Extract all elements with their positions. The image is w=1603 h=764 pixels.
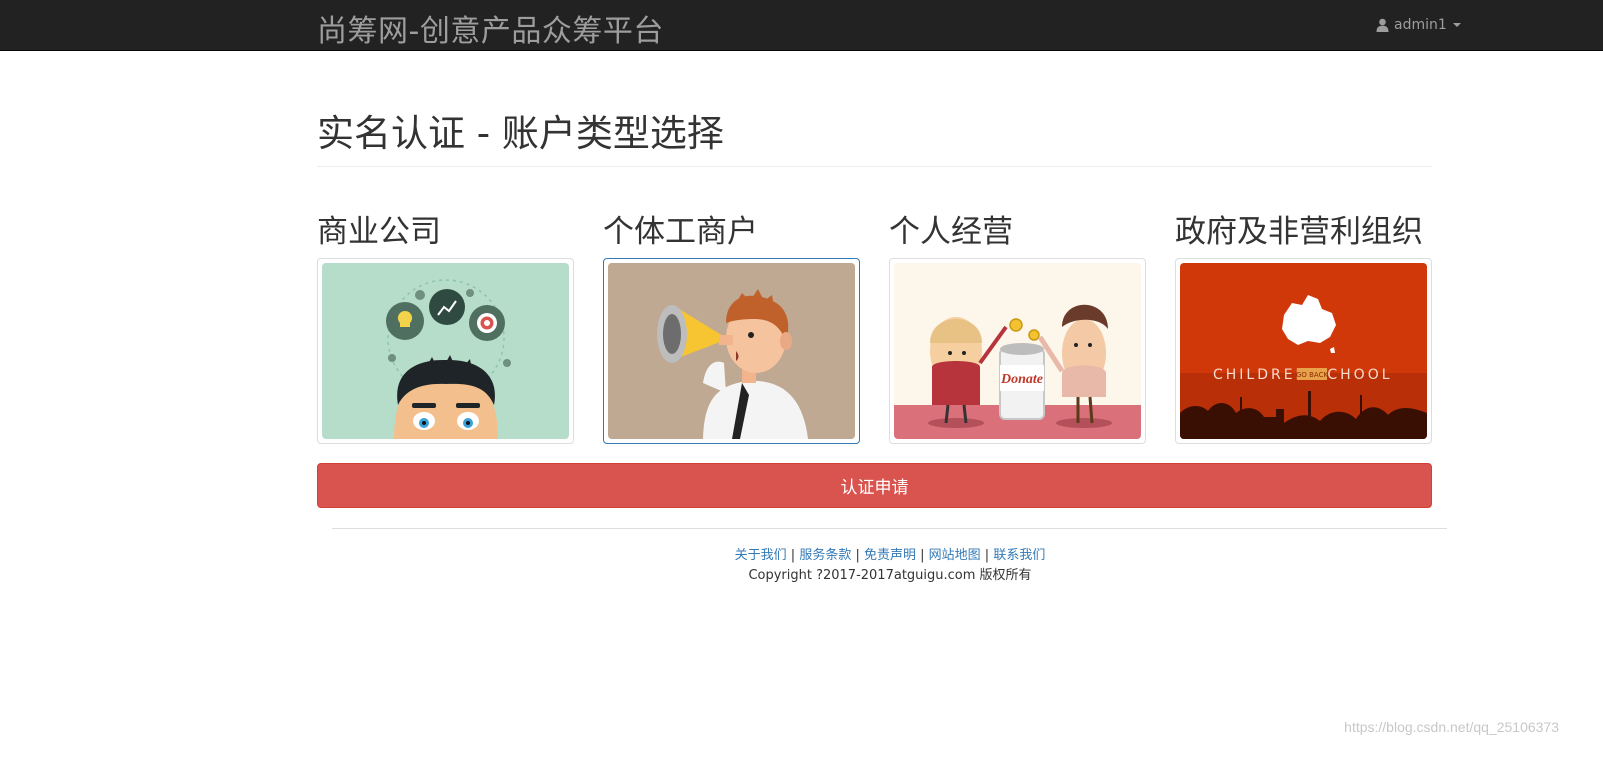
account-type-thumbnail[interactable]: CHILDREN SCHOOL GO BACK	[1175, 258, 1432, 444]
account-type-thumbnail[interactable]: Donate	[889, 258, 1146, 444]
account-type-label: 个体工商户	[603, 214, 758, 250]
footer-link-contact[interactable]: 联系我们	[993, 548, 1045, 563]
account-type-label: 政府及非营利组织	[1175, 214, 1423, 250]
footer-link-about[interactable]: 关于我们	[735, 548, 787, 563]
megaphone-man-illustration	[608, 263, 855, 439]
footer-link-terms[interactable]: 服务条款	[799, 548, 851, 563]
account-type-government-nonprofit: 政府及非营利组织 CHILDREN SCHOOL GO BACK	[1175, 210, 1432, 444]
top-navbar: 尚筹网-创意产品众筹平台 admin1	[0, 0, 1603, 51]
footer-link-sitemap[interactable]: 网站地图	[929, 548, 981, 563]
account-type-business: 商业公司	[317, 210, 574, 444]
donate-can-illustration: Donate	[894, 263, 1141, 439]
page-title: 实名认证 - 账户类型选择	[317, 112, 724, 155]
footer-links: 关于我们 | 服务条款 | 免责声明 | 网站地图 | 联系我们	[734, 548, 1046, 563]
go-back-tag: GO BACK	[1296, 371, 1329, 379]
user-icon	[1376, 18, 1389, 32]
user-dropdown[interactable]: admin1	[1376, 17, 1461, 33]
chevron-down-icon	[1452, 23, 1461, 27]
account-type-personal: 个人经营 Donate	[889, 210, 1146, 444]
account-type-thumbnail[interactable]	[603, 258, 860, 444]
title-divider	[317, 166, 1432, 167]
footer-divider	[332, 528, 1447, 529]
account-type-individual-business: 个体工商户	[603, 210, 860, 444]
account-type-label: 商业公司	[317, 214, 441, 250]
site-brand[interactable]: 尚筹网-创意产品众筹平台	[317, 6, 664, 50]
business-thinking-illustration	[322, 263, 569, 439]
apply-verification-button[interactable]: 认证申请	[317, 463, 1432, 508]
donate-label: Donate	[1000, 372, 1043, 387]
account-type-thumbnail[interactable]	[317, 258, 574, 444]
user-name: admin1	[1394, 17, 1447, 33]
children-text: CHILDREN	[1213, 367, 1309, 383]
copyright-text: Copyright ?2017-2017atguigu.com 版权所有	[748, 568, 1032, 583]
footer-link-disclaimer[interactable]: 免责声明	[864, 548, 916, 563]
watermark-text: https://blog.csdn.net/qq_25106373	[1344, 719, 1559, 735]
children-school-illustration: CHILDREN SCHOOL GO BACK	[1180, 263, 1427, 439]
account-type-label: 个人经营	[889, 214, 1013, 250]
